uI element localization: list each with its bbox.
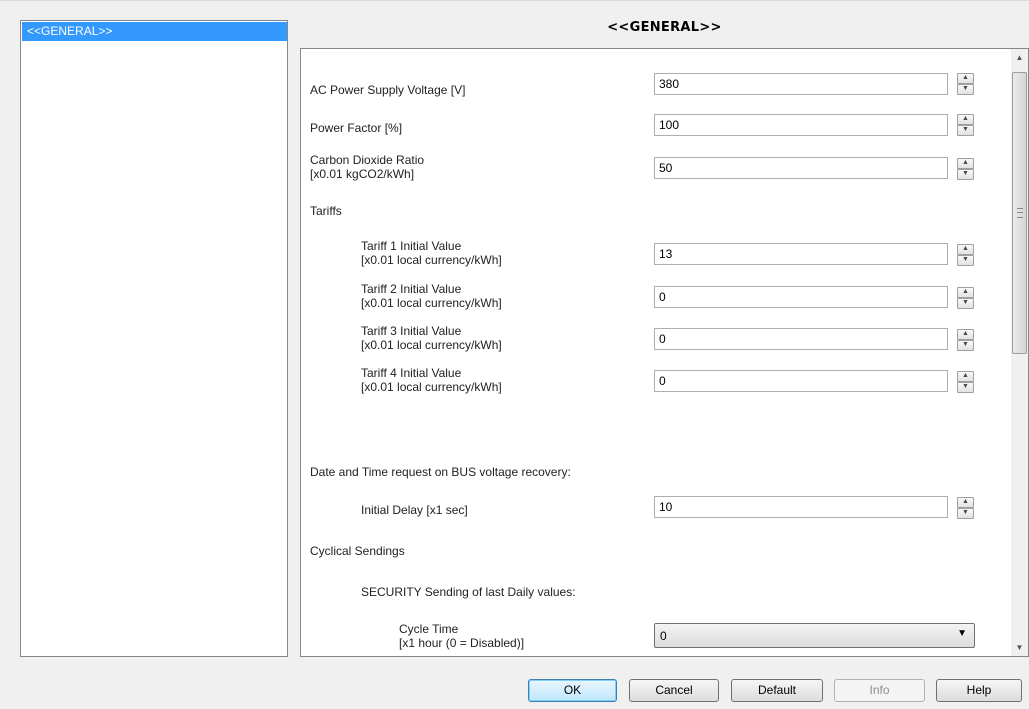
tariff1-field[interactable] [654, 243, 948, 265]
tariff3-label-line1: Tariff 3 Initial Value [361, 324, 462, 338]
ac-voltage-label: AC Power Supply Voltage [V] [310, 83, 466, 97]
tariff4-label: Tariff 4 Initial Value [x0.01 local curr… [361, 366, 502, 394]
tariff4-spinner[interactable]: ▲ ▼ [957, 371, 974, 393]
tariff1-label-line2: [x0.01 local currency/kWh] [361, 253, 502, 267]
spin-up-arrow-icon[interactable]: ▲ [957, 73, 974, 84]
tree-item-general[interactable]: <<GENERAL>> [22, 22, 287, 41]
default-button[interactable]: Default [731, 679, 823, 702]
tariff1-spinner[interactable]: ▲ ▼ [957, 244, 974, 266]
tariff4-label-line1: Tariff 4 Initial Value [361, 366, 462, 380]
tariff2-input[interactable] [655, 287, 939, 307]
ac-voltage-field[interactable] [654, 73, 948, 95]
scroll-down-arrow-icon[interactable]: ▼ [1011, 639, 1028, 656]
power-factor-label: Power Factor [%] [310, 121, 403, 135]
ac-voltage-spinner[interactable]: ▲ ▼ [957, 73, 974, 95]
initial-delay-input[interactable] [655, 497, 939, 517]
initial-delay-label: Initial Delay [x1 sec] [361, 503, 468, 517]
initial-delay-spinner[interactable]: ▲ ▼ [957, 497, 974, 519]
cycle-time-label: Cycle Time [x1 hour (0 = Disabled)] [399, 622, 524, 650]
cycle-time-label-line2: [x1 hour (0 = Disabled)] [399, 636, 525, 650]
spin-up-arrow-icon[interactable]: ▲ [957, 287, 974, 298]
spin-down-arrow-icon[interactable]: ▼ [957, 84, 974, 95]
tariff1-input[interactable] [655, 244, 939, 264]
grip-icon [1017, 208, 1023, 218]
spin-down-arrow-icon[interactable]: ▼ [957, 340, 974, 351]
co2-ratio-spinner[interactable]: ▲ ▼ [957, 158, 974, 180]
tariff1-label: Tariff 1 Initial Value [x0.01 local curr… [361, 239, 502, 267]
tariff2-field[interactable] [654, 286, 948, 308]
co2-ratio-label: Carbon Dioxide Ratio [x0.01 kgCO2/kWh] [310, 153, 424, 181]
spin-down-arrow-icon[interactable]: ▼ [957, 298, 974, 309]
tariff4-label-line2: [x0.01 local currency/kWh] [361, 380, 502, 394]
tariff3-input[interactable] [655, 329, 939, 349]
spin-up-arrow-icon[interactable]: ▲ [957, 497, 974, 508]
tariff3-label: Tariff 3 Initial Value [x0.01 local curr… [361, 324, 502, 352]
ac-voltage-input[interactable] [655, 74, 939, 94]
parameter-panel [300, 48, 1029, 657]
cycle-time-dropdown[interactable]: 0 ▼ [654, 623, 975, 648]
power-factor-field[interactable] [654, 114, 948, 136]
cyclical-sendings-heading: Cyclical Sendings [310, 544, 405, 558]
co2-ratio-field[interactable] [654, 157, 948, 179]
ok-button[interactable]: OK [528, 679, 617, 702]
help-button[interactable]: Help [936, 679, 1022, 702]
cancel-button[interactable]: Cancel [629, 679, 719, 702]
tariff4-input[interactable] [655, 371, 939, 391]
initial-delay-field[interactable] [654, 496, 948, 518]
spin-down-arrow-icon[interactable]: ▼ [957, 508, 974, 519]
tariff3-field[interactable] [654, 328, 948, 350]
spin-down-arrow-icon[interactable]: ▼ [957, 255, 974, 266]
spin-up-arrow-icon[interactable]: ▲ [957, 329, 974, 340]
parameter-tree[interactable]: <<GENERAL>> [20, 20, 288, 657]
date-time-heading: Date and Time request on BUS voltage rec… [310, 465, 571, 479]
spin-up-arrow-icon[interactable]: ▲ [957, 244, 974, 255]
window-top-border [0, 0, 1029, 1]
spin-down-arrow-icon[interactable]: ▼ [957, 382, 974, 393]
tariffs-heading: Tariffs [310, 204, 342, 218]
tariff2-label-line1: Tariff 2 Initial Value [361, 282, 462, 296]
co2-ratio-label-line1: Carbon Dioxide Ratio [310, 153, 425, 167]
tariff2-spinner[interactable]: ▲ ▼ [957, 287, 974, 309]
power-factor-spinner[interactable]: ▲ ▼ [957, 114, 974, 136]
chevron-down-icon[interactable]: ▼ [957, 628, 967, 639]
vertical-scrollbar[interactable]: ▲ ▼ [1011, 49, 1028, 656]
cycle-time-selected-value: 0 [660, 629, 667, 643]
scroll-up-arrow-icon[interactable]: ▲ [1011, 49, 1028, 66]
power-factor-input[interactable] [655, 115, 939, 135]
tariff3-label-line2: [x0.01 local currency/kWh] [361, 338, 502, 352]
tariff2-label-line2: [x0.01 local currency/kWh] [361, 296, 502, 310]
scrollbar-thumb[interactable] [1012, 72, 1027, 354]
tariff3-spinner[interactable]: ▲ ▼ [957, 329, 974, 351]
co2-ratio-input[interactable] [655, 158, 939, 178]
security-sending-heading: SECURITY Sending of last Daily values: [361, 585, 576, 599]
spin-down-arrow-icon[interactable]: ▼ [957, 125, 974, 136]
section-title: <<GENERAL>> [607, 20, 722, 35]
spin-up-arrow-icon[interactable]: ▲ [957, 158, 974, 169]
spin-up-arrow-icon[interactable]: ▲ [957, 114, 974, 125]
spin-down-arrow-icon[interactable]: ▼ [957, 169, 974, 180]
tariff4-field[interactable] [654, 370, 948, 392]
co2-ratio-label-line2: [x0.01 kgCO2/kWh] [310, 167, 415, 181]
tariff1-label-line1: Tariff 1 Initial Value [361, 239, 462, 253]
tariff2-label: Tariff 2 Initial Value [x0.01 local curr… [361, 282, 502, 310]
cycle-time-label-line1: Cycle Time [399, 622, 459, 636]
spin-up-arrow-icon[interactable]: ▲ [957, 371, 974, 382]
info-button: Info [834, 679, 925, 702]
